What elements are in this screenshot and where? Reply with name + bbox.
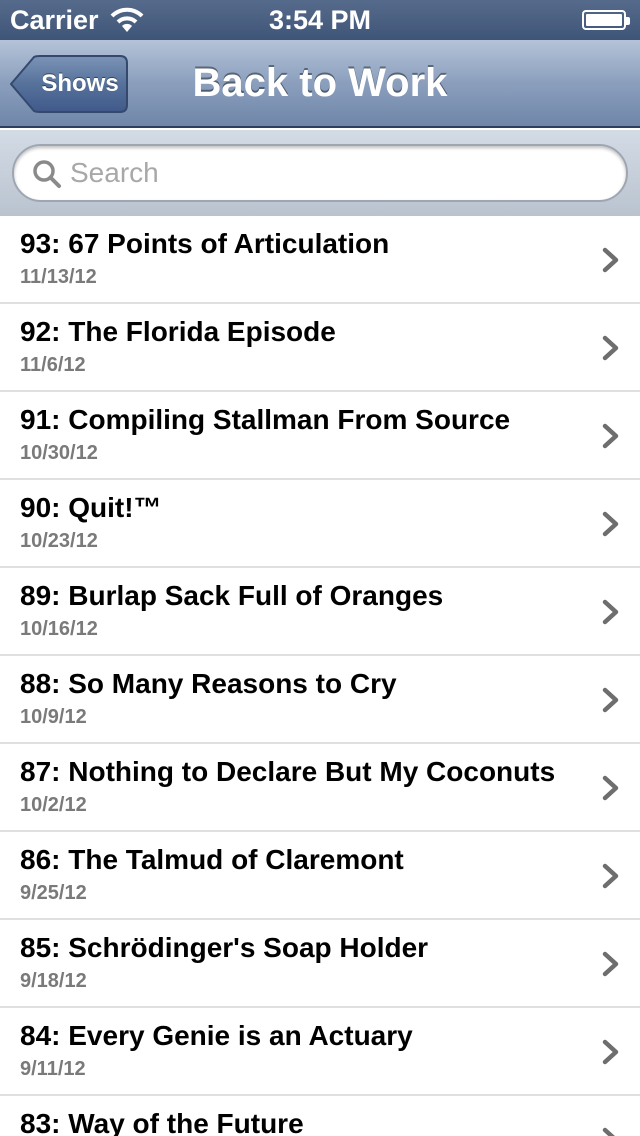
episode-title: 86: The Talmud of Claremont xyxy=(20,844,404,875)
battery-icon xyxy=(582,10,630,30)
status-bar: Carrier 3:54 PM xyxy=(0,0,640,40)
episode-date: 9/18/12 xyxy=(20,970,87,992)
episode-row[interactable]: 85: Schrödinger's Soap Holder 9/18/12 xyxy=(0,920,640,1008)
episode-list: 93: 67 Points of Articulation 11/13/12 9… xyxy=(0,216,640,1136)
chevron-right-icon xyxy=(602,247,619,273)
episode-date: 9/11/12 xyxy=(20,1058,86,1080)
episode-date: 11/13/12 xyxy=(20,266,97,288)
episode-date: 10/16/12 xyxy=(20,618,98,640)
episode-title: 91: Compiling Stallman From Source xyxy=(20,404,511,435)
episode-row[interactable]: 86: The Talmud of Claremont 9/25/12 xyxy=(0,832,640,920)
chevron-right-icon xyxy=(602,687,619,713)
chevron-right-icon xyxy=(602,1039,619,1065)
episode-row[interactable]: 88: So Many Reasons to Cry 10/9/12 xyxy=(0,656,640,744)
episode-row[interactable]: 90: Quit!™ 10/23/12 xyxy=(0,480,640,568)
search-icon xyxy=(33,160,61,188)
episode-title: 89: Burlap Sack Full of Oranges xyxy=(20,580,444,611)
chevron-right-icon xyxy=(602,335,619,361)
navigation-bar: Shows Back to Work xyxy=(0,40,640,128)
episode-title: 83: Way of the Future xyxy=(20,1108,304,1136)
episode-date: 10/23/12 xyxy=(20,530,98,552)
episode-title: 85: Schrödinger's Soap Holder xyxy=(20,932,429,963)
episode-title: 84: Every Genie is an Actuary xyxy=(20,1020,413,1051)
episode-title: 87: Nothing to Declare But My Coconuts xyxy=(20,756,556,787)
episode-title: 90: Quit!™ xyxy=(20,492,162,523)
episode-date: 10/30/12 xyxy=(20,442,98,464)
chevron-right-icon xyxy=(602,423,619,449)
episode-row[interactable]: 92: The Florida Episode 11/6/12 xyxy=(0,304,640,392)
episode-date: 9/25/12 xyxy=(20,882,87,904)
episode-row[interactable]: 89: Burlap Sack Full of Oranges 10/16/12 xyxy=(0,568,640,656)
clock: 3:54 PM xyxy=(268,5,372,35)
search-field[interactable] xyxy=(12,144,628,202)
episode-title: 92: The Florida Episode xyxy=(20,316,336,347)
episode-title: 88: So Many Reasons to Cry xyxy=(20,668,397,699)
chevron-right-icon xyxy=(602,775,619,801)
episode-title: 93: 67 Points of Articulation xyxy=(20,228,390,259)
back-button-label: Shows xyxy=(41,70,119,97)
search-input[interactable] xyxy=(70,152,610,194)
chevron-right-icon xyxy=(602,1127,615,1136)
episode-row[interactable]: 83: Way of the Future xyxy=(0,1096,640,1136)
search-bar xyxy=(0,130,640,218)
episode-row[interactable]: 87: Nothing to Declare But My Coconuts 1… xyxy=(0,744,640,832)
app-screen: Carrier 3:54 PM Shows Back to Work Searc… xyxy=(0,0,640,1136)
episode-row[interactable]: 84: Every Genie is an Actuary 9/11/12 xyxy=(0,1008,640,1096)
chevron-right-icon xyxy=(602,951,619,977)
chevron-right-icon xyxy=(602,599,619,625)
episode-row[interactable]: 93: 67 Points of Articulation 11/13/12 xyxy=(0,216,640,304)
page-title: Back to Work xyxy=(192,61,448,105)
episode-date: 10/9/12 xyxy=(20,706,87,728)
episode-date: 11/6/12 xyxy=(20,354,86,376)
episode-date: 10/2/12 xyxy=(20,794,87,816)
episode-row[interactable]: 91: Compiling Stallman From Source 10/30… xyxy=(0,392,640,480)
back-button[interactable]: Shows xyxy=(10,55,128,113)
chevron-right-icon xyxy=(602,511,619,537)
chevron-right-icon xyxy=(602,863,619,889)
